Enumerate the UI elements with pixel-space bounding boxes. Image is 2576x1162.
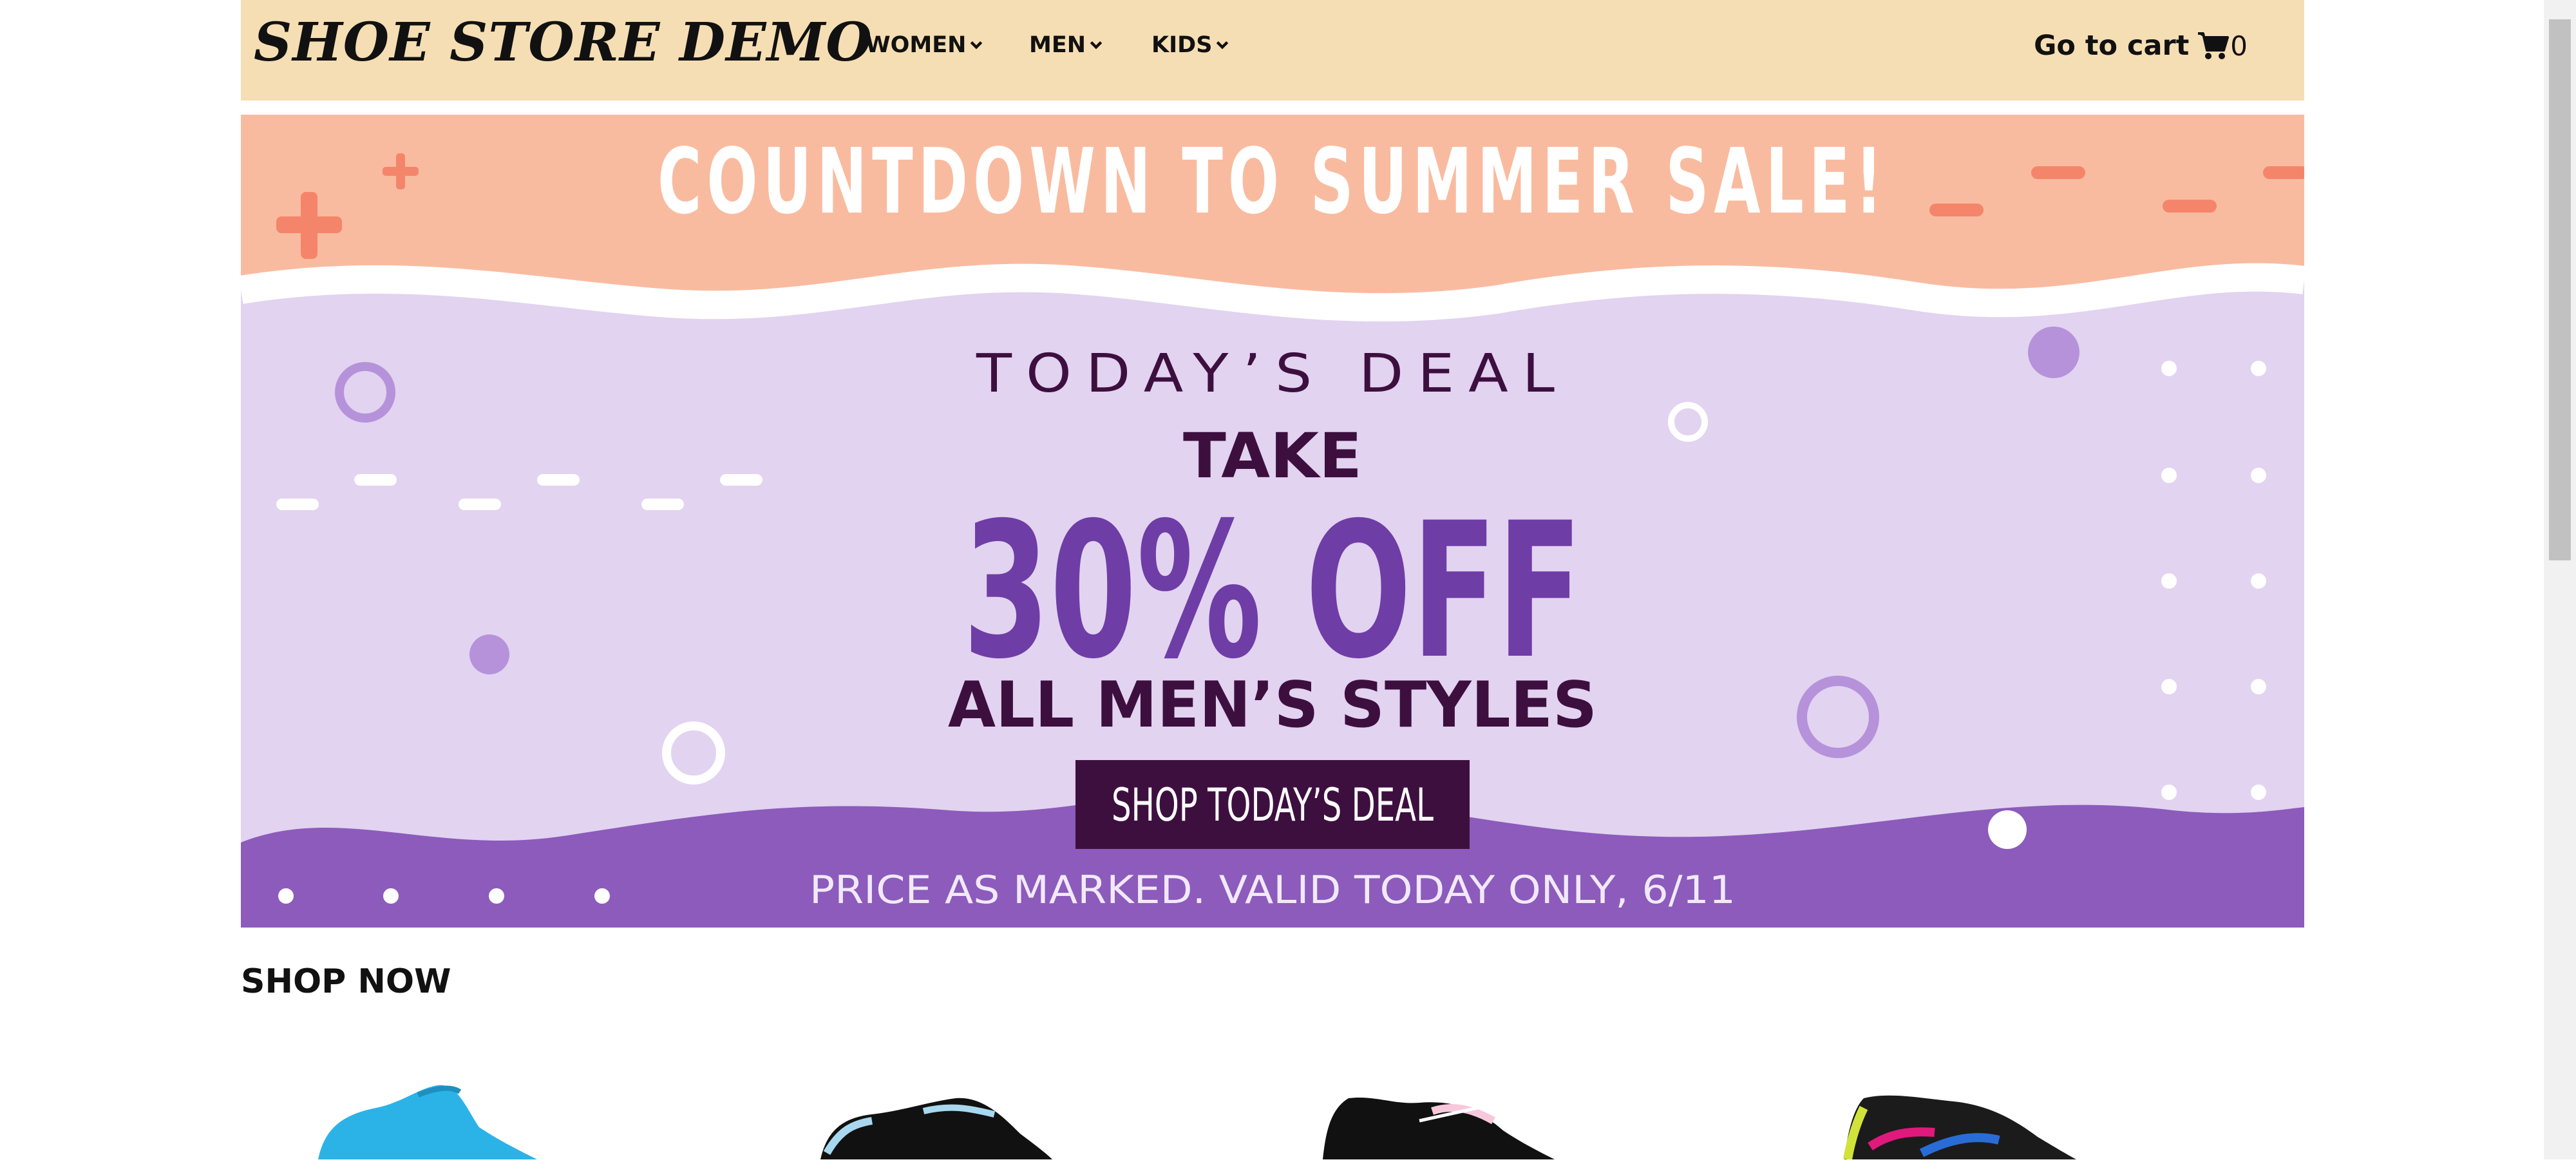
product-card[interactable] [808,1069,1052,1159]
shoe-image [1843,1095,2076,1161]
promo-banner[interactable]: COUNTDOWN TO SUMMER SALE! TODAY’S DEAL T… [241,115,2304,928]
dot-decoration [469,634,509,674]
nav-women-label: WOMEN [866,32,967,58]
chevron-down-icon [1090,41,1103,50]
banner-scope: ALL MEN’S STYLES [948,669,1597,742]
scrollbar-thumb[interactable] [2549,19,2571,560]
shop-todays-deal-label: SHOP TODAY’S DEAL [1112,779,1434,832]
product-card[interactable] [1310,1069,1555,1159]
site-header: SHOE STORE DEMO WOMEN MEN KIDS Go to car… [241,0,2304,100]
shoe-image [1323,1097,1555,1159]
nav-kids-label: KIDS [1151,32,1213,58]
nav-kids[interactable]: KIDS [1151,32,1229,58]
vertical-scrollbar[interactable] [2544,0,2576,1159]
nav-men-label: MEN [1029,32,1086,58]
product-card[interactable] [1832,1069,2076,1161]
banner-headline: COUNTDOWN TO SUMMER SALE! [658,129,1888,234]
nav-women[interactable]: WOMEN [866,32,983,58]
go-to-cart-link[interactable]: Go to cart 0 [2034,30,2248,62]
shoe-image [318,1085,537,1159]
cart-count: 0 [2230,30,2248,62]
shopping-cart-icon [2198,32,2230,59]
product-grid [241,1069,2304,1161]
banner-take: TAKE [1183,420,1362,492]
shoe-image [820,1098,1052,1159]
banner-deal-label: TODAY’S DEAL [976,343,1569,405]
shop-todays-deal-button[interactable]: SHOP TODAY’S DEAL [1075,760,1470,849]
banner-discount: 30% OFF [963,483,1582,700]
brand-logo[interactable]: SHOE STORE DEMO [254,12,873,73]
banner-fine-print: PRICE AS MARKED. VALID TODAY ONLY, 6/11 [810,868,1736,913]
dot-decoration [1988,810,2027,849]
chevron-down-icon [971,41,983,50]
cart-label: Go to cart [2034,30,2190,62]
shop-now-heading: SHOP NOW [241,962,451,1001]
dot-decoration [2028,327,2079,378]
nav-men[interactable]: MEN [1029,32,1103,58]
chevron-down-icon [1217,41,1229,50]
product-card[interactable] [305,1069,550,1159]
banner-graphic: COUNTDOWN TO SUMMER SALE! TODAY’S DEAL T… [241,115,2304,928]
